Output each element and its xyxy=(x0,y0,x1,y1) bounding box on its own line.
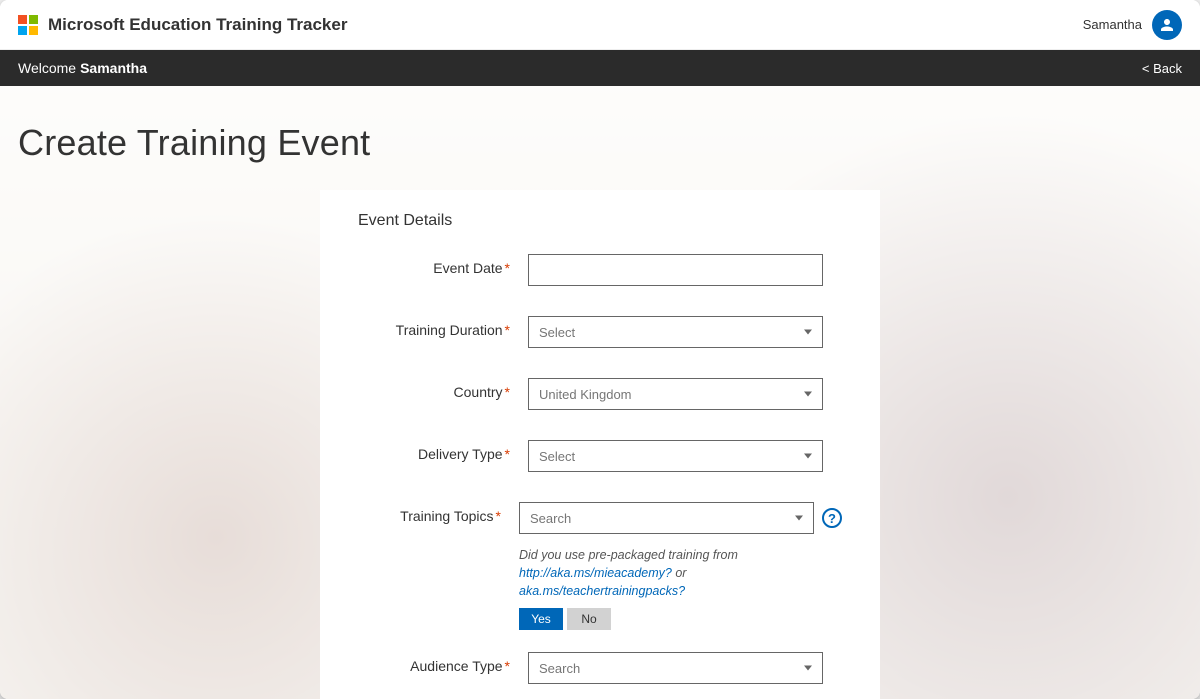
row-event-date: Event Date* xyxy=(358,254,842,286)
label-audience-type: Audience Type* xyxy=(358,652,528,674)
page-title: Create Training Event xyxy=(18,122,1182,164)
row-audience-type: Audience Type* Search xyxy=(358,652,842,684)
prepackaged-yn: Yes No xyxy=(519,608,611,630)
row-delivery-type: Delivery Type* Select xyxy=(358,440,842,472)
avatar[interactable] xyxy=(1152,10,1182,40)
chevron-down-icon xyxy=(804,454,812,459)
label-country: Country* xyxy=(358,378,528,400)
label-event-date: Event Date* xyxy=(358,254,528,276)
training-duration-select[interactable]: Select xyxy=(528,316,823,348)
label-delivery-type: Delivery Type* xyxy=(358,440,528,462)
top-header: Microsoft Education Training Tracker Sam… xyxy=(0,0,1200,50)
chevron-down-icon xyxy=(804,392,812,397)
row-training-duration: Training Duration* Select xyxy=(358,316,842,348)
prepackaged-no-button[interactable]: No xyxy=(567,608,611,630)
content-scroll[interactable]: Create Training Event Event Details Even… xyxy=(0,86,1200,699)
hero-content: Create Training Event Event Details Even… xyxy=(0,86,1200,699)
required-asterisk: * xyxy=(505,260,510,276)
label-training-duration: Training Duration* xyxy=(358,316,528,338)
app-title: Microsoft Education Training Tracker xyxy=(48,15,347,35)
user-icon xyxy=(1158,16,1176,34)
link-mieacademy[interactable]: http://aka.ms/mieacademy? xyxy=(519,566,672,580)
welcome-user-name: Samantha xyxy=(80,60,147,76)
training-topics-select[interactable]: Search xyxy=(519,502,814,534)
header-user-name: Samantha xyxy=(1083,17,1142,32)
link-teachertrainingpacks[interactable]: aka.ms/teachertrainingpacks? xyxy=(519,584,685,598)
delivery-type-select[interactable]: Select xyxy=(528,440,823,472)
help-icon[interactable]: ? xyxy=(822,508,842,528)
form-card: Event Details Event Date* Training Durat… xyxy=(320,190,880,699)
prepackaged-yes-button[interactable]: Yes xyxy=(519,608,563,630)
label-training-topics: Training Topics* xyxy=(358,502,519,524)
welcome-bar: Welcome Samantha < Back xyxy=(0,50,1200,86)
audience-type-select[interactable]: Search xyxy=(528,652,823,684)
row-country: Country* United Kingdom xyxy=(358,378,842,410)
microsoft-logo-icon xyxy=(18,15,38,35)
chevron-down-icon xyxy=(804,666,812,671)
form-section-title: Event Details xyxy=(358,212,842,230)
back-link[interactable]: < Back xyxy=(1142,61,1182,76)
country-select[interactable]: United Kingdom xyxy=(528,378,823,410)
app-frame: Microsoft Education Training Tracker Sam… xyxy=(0,0,1200,699)
prepackaged-helper-text: Did you use pre-packaged training from h… xyxy=(519,546,842,600)
chevron-down-icon xyxy=(795,516,803,521)
event-date-input[interactable] xyxy=(528,254,823,286)
row-training-topics: Training Topics* Search ? Did you use pr… xyxy=(358,502,842,630)
header-right: Samantha xyxy=(1083,10,1182,40)
welcome-label: Welcome xyxy=(18,60,76,76)
chevron-down-icon xyxy=(804,330,812,335)
